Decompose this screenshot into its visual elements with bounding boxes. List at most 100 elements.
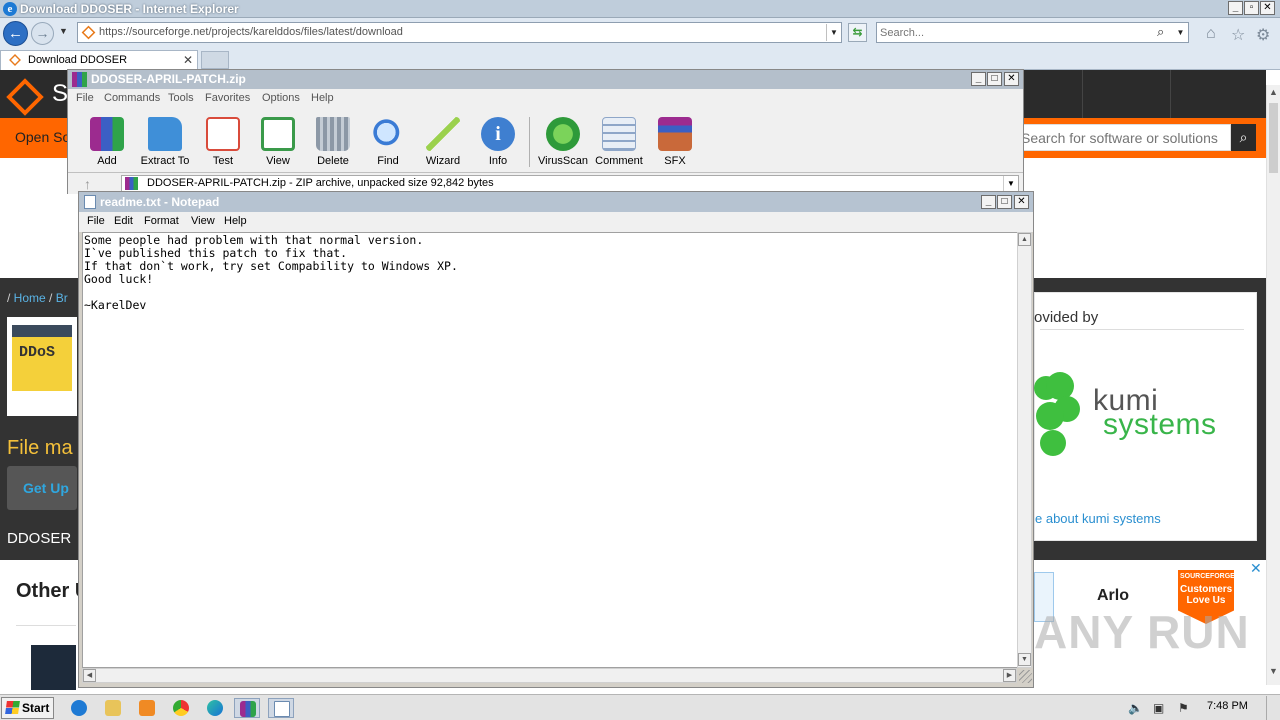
start-label: Start [22, 701, 50, 715]
tool-label: Extract To [140, 155, 190, 167]
horizontal-scrollbar[interactable]: ◀ ▶ [82, 668, 1017, 683]
edge-icon [207, 700, 223, 716]
show-desktop-button[interactable] [1266, 696, 1280, 720]
forward-button[interactable]: → [31, 22, 54, 45]
browser-titlebar[interactable]: e Download DDOSER - Internet Explorer _ … [0, 0, 1280, 18]
sf-search-icon[interactable]: ⌕ [1231, 124, 1256, 151]
back-button[interactable]: ← [3, 21, 28, 46]
menu-favorites[interactable]: Favorites [205, 92, 250, 104]
notepad-maximize-button[interactable]: □ [997, 195, 1012, 209]
search-dropdown-icon[interactable]: ▼ [1173, 24, 1188, 41]
folder-icon [105, 700, 121, 716]
action-center-flag-icon[interactable]: ⚑ [1178, 701, 1189, 715]
notepad-content[interactable]: Some people had problem with that normal… [84, 234, 458, 312]
menu-tools[interactable]: Tools [168, 92, 194, 104]
address-dropdown-icon[interactable]: ▼ [826, 24, 841, 41]
ad-provided-by: ovided by [1034, 309, 1099, 326]
menu-view[interactable]: View [191, 215, 215, 227]
scroll-up-icon[interactable]: ▲ [1267, 87, 1280, 97]
nav-open-source[interactable]: Open So [15, 129, 70, 145]
scroll-down-icon[interactable]: ▼ [1267, 666, 1280, 676]
info-button[interactable]: i Info [469, 115, 527, 171]
delete-button[interactable]: Delete [304, 115, 362, 171]
taskbar-winrar-icon[interactable] [234, 698, 260, 718]
sfx-button[interactable]: SFX [646, 115, 704, 171]
test-button[interactable]: Test [194, 115, 252, 171]
network-icon[interactable]: ▣ [1153, 701, 1164, 715]
sf-search-box[interactable] [1016, 124, 1231, 151]
history-dropdown-icon[interactable]: ▼ [59, 26, 68, 36]
banner-close-icon[interactable]: ✕ [1250, 560, 1262, 577]
extract-to-button[interactable]: Extract To [136, 115, 194, 171]
get-updates-button[interactable]: Get Up [7, 466, 77, 510]
start-button[interactable]: Start [1, 697, 54, 719]
volume-icon[interactable]: 🔈 [1128, 701, 1143, 715]
breadcrumb-browse[interactable]: Br [56, 291, 68, 305]
menu-options[interactable]: Options [262, 92, 300, 104]
taskbar-media-icon[interactable] [134, 698, 160, 718]
scroll-left-icon[interactable]: ◀ [83, 669, 96, 682]
tab-download-ddoser[interactable]: Download DDOSER ✕ [0, 50, 198, 70]
menu-commands[interactable]: Commands [104, 92, 160, 104]
tab-close-icon[interactable]: ✕ [183, 53, 193, 67]
minimize-button[interactable]: _ [1228, 1, 1243, 15]
taskbar-clock[interactable]: 7:48 PM [1207, 700, 1248, 712]
address-url[interactable]: https://sourceforge.net/projects/kareldd… [99, 26, 403, 38]
kumi-logo-icon [1036, 402, 1064, 430]
winrar-titlebar[interactable]: DDOSER-APRIL-PATCH.zip _ □ ✕ [68, 70, 1023, 89]
archive-path-dropdown[interactable]: DDOSER-APRIL-PATCH.zip - ZIP archive, un… [121, 175, 1019, 192]
menu-help[interactable]: Help [311, 92, 334, 104]
search-icon[interactable]: ⌕ [1157, 24, 1164, 40]
scroll-down-icon[interactable]: ▼ [1018, 653, 1031, 666]
page-scrollbar[interactable]: ▲ ▼ [1266, 85, 1280, 685]
scroll-right-icon[interactable]: ▶ [1003, 669, 1016, 682]
taskbar-chrome-icon[interactable] [168, 698, 194, 718]
sf-search-input[interactable] [1021, 129, 1226, 147]
book-icon [261, 117, 295, 151]
taskbar-explorer-icon[interactable] [100, 698, 126, 718]
notepad-minimize-button[interactable]: _ [981, 195, 996, 209]
ad-more-link[interactable]: e about kumi systems [1035, 511, 1161, 526]
menu-file[interactable]: File [76, 92, 94, 104]
vertical-scrollbar[interactable]: ▲ ▼ [1017, 232, 1032, 668]
up-folder-icon[interactable]: ↑ [84, 176, 91, 192]
taskbar-ie-icon[interactable] [66, 698, 92, 718]
notepad-titlebar[interactable]: readme.txt - Notepad _ □ ✕ [79, 192, 1033, 212]
close-button[interactable]: ✕ [1260, 1, 1275, 15]
virusscan-button[interactable]: VirusScan [534, 115, 592, 171]
add-button[interactable]: Add [78, 115, 136, 171]
winrar-maximize-button[interactable]: □ [987, 72, 1002, 86]
browser-search-box[interactable]: ⌕ ▼ [876, 22, 1189, 43]
view-button[interactable]: View [249, 115, 307, 171]
taskbar-edge-icon[interactable] [202, 698, 228, 718]
settings-gear-icon[interactable]: ⚙ [1256, 25, 1270, 45]
address-bar[interactable]: https://sourceforge.net/projects/kareldd… [77, 22, 842, 43]
winrar-close-button[interactable]: ✕ [1004, 72, 1019, 86]
find-button[interactable]: Find [359, 115, 417, 171]
info-icon: i [481, 117, 515, 151]
related-project-thumbnail[interactable] [31, 645, 76, 690]
restore-button[interactable]: ▫ [1244, 1, 1259, 15]
taskbar-notepad-icon[interactable] [268, 698, 294, 718]
breadcrumb-home[interactable]: Home [14, 291, 46, 305]
menu-help[interactable]: Help [224, 215, 247, 227]
wizard-button[interactable]: Wizard [414, 115, 472, 171]
resize-grip-icon[interactable] [1019, 670, 1032, 683]
new-tab-button[interactable] [201, 51, 229, 69]
menu-file[interactable]: File [87, 215, 105, 227]
winrar-minimize-button[interactable]: _ [971, 72, 986, 86]
browser-search-input[interactable] [880, 25, 1150, 40]
menu-edit[interactable]: Edit [114, 215, 133, 227]
home-icon[interactable]: ⌂ [1206, 25, 1216, 43]
refresh-icon[interactable]: ⇆ [848, 23, 867, 42]
menu-format[interactable]: Format [144, 215, 179, 227]
scroll-up-icon[interactable]: ▲ [1018, 233, 1031, 246]
favorites-star-icon[interactable]: ☆ [1231, 25, 1245, 45]
notepad-text-area[interactable]: Some people had problem with that normal… [82, 232, 1019, 668]
comment-button[interactable]: Comment [590, 115, 648, 171]
notepad-close-button[interactable]: ✕ [1014, 195, 1029, 209]
taskbar: Start 🔈 ▣ ⚑ 7:48 PM [0, 694, 1280, 720]
path-dropdown-icon[interactable]: ▼ [1003, 176, 1018, 191]
scroll-thumb[interactable] [1269, 103, 1278, 173]
site-favicon-icon [81, 25, 96, 40]
